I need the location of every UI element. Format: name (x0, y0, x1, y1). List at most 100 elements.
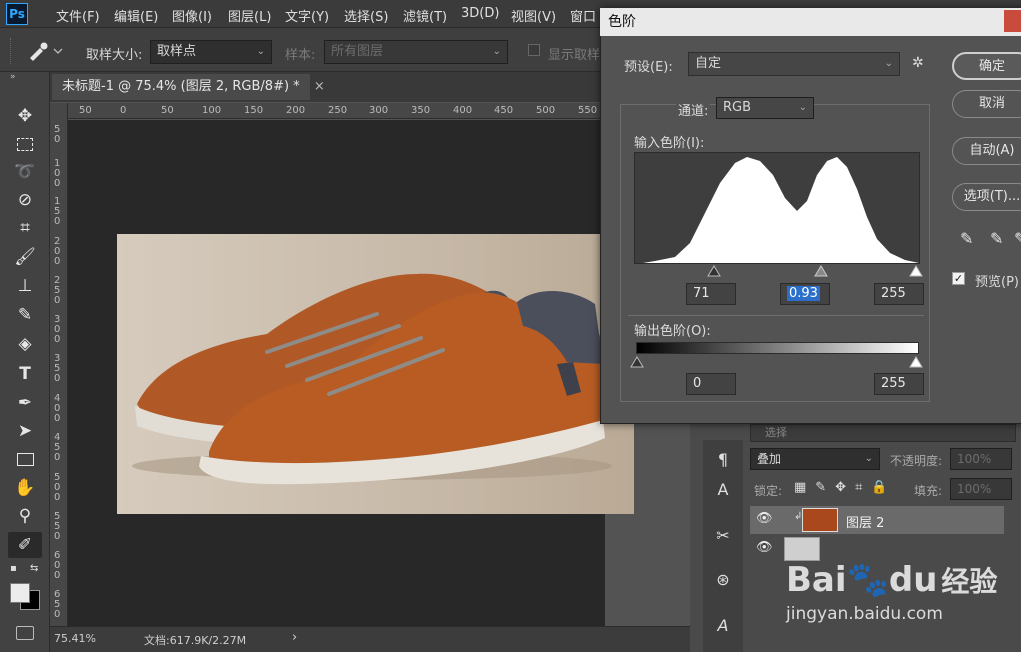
menu-type[interactable]: 文字(Y) (285, 6, 329, 25)
quick-selection-tool-icon[interactable]: ⊘ (8, 187, 42, 213)
status-menu-arrow[interactable]: › (292, 630, 297, 645)
move-tool-icon[interactable]: ✥ (8, 103, 42, 129)
rectangle-tool-icon[interactable] (8, 446, 42, 472)
close-button[interactable] (1004, 10, 1021, 32)
options-grip (10, 38, 11, 64)
history-brush-icon[interactable]: ✎ (8, 302, 42, 328)
ruler-label: 150 (244, 105, 264, 116)
menu-select[interactable]: 选择(S) (344, 6, 388, 25)
glyphs-icon[interactable]: A (708, 612, 738, 640)
zoom-level[interactable]: 75.41% (54, 632, 96, 645)
menu-3d[interactable]: 3D(D) (461, 6, 499, 21)
quick-mask-icon[interactable] (16, 626, 34, 640)
opacity-field[interactable]: 100% (950, 448, 1012, 470)
crop-tool-icon[interactable]: ⌗ (8, 215, 42, 241)
layer-filter-search[interactable]: 选择 (750, 424, 1016, 442)
blend-mode-value: 叠加 (757, 452, 782, 466)
document-image[interactable] (117, 234, 634, 514)
menu-window[interactable]: 窗口 (570, 6, 596, 25)
opacity-value: 100% (957, 452, 992, 466)
gray-eyedropper-icon[interactable]: ✎ (990, 229, 1003, 248)
zoom-tool-icon[interactable]: ⚲ (8, 503, 42, 529)
stamp-tool-icon[interactable]: ⊥ (8, 273, 42, 299)
input-black-field[interactable]: 71 (686, 283, 736, 305)
document-tab[interactable]: 未标题-1 @ 75.4% (图层 2, RGB/8#) * × (52, 74, 325, 100)
chevron-down-icon: ⌄ (864, 453, 873, 464)
watermark-cn: 经验 (941, 565, 998, 598)
preview-checkbox[interactable]: ✓ (952, 272, 965, 285)
cancel-button[interactable]: 取消 (952, 90, 1021, 118)
eye-icon[interactable]: 👁 (756, 511, 773, 526)
tool-presets-icon[interactable]: ✂ (708, 522, 738, 550)
show-ring-checkbox[interactable] (528, 44, 540, 56)
options-button[interactable]: 选项(T)... (952, 183, 1021, 211)
eyedropper-preset-icon[interactable] (26, 40, 66, 62)
input-white-field[interactable]: 255 (874, 283, 924, 305)
ruler-label: 500 (536, 105, 556, 116)
auto-button[interactable]: 自动(A) (952, 137, 1021, 165)
horizontal-ruler: 50 0 50 100 150 200 250 300 350 400 450 … (68, 103, 605, 119)
dialog-title: 色阶 (600, 8, 1021, 36)
character-style-icon[interactable]: A (708, 476, 738, 504)
collapse-icon[interactable]: » (10, 72, 16, 82)
input-gamma-field[interactable]: 0.93 (780, 283, 830, 305)
ruler-label: 50 (161, 105, 174, 116)
blend-mode-select[interactable]: 叠加 ⌄ (750, 448, 880, 470)
output-black-field[interactable]: 0 (686, 373, 736, 395)
chevron-down-icon: ⌄ (492, 46, 501, 57)
default-colors-icon[interactable]: ▪ (10, 563, 17, 574)
brush-tool-icon[interactable]: 🖌 (8, 244, 42, 270)
menu-view[interactable]: 视图(V) (511, 6, 556, 25)
clone-source-icon[interactable]: ⊛ (708, 566, 738, 594)
ok-button[interactable]: 确定 (952, 52, 1021, 80)
hand-tool-icon[interactable]: ✋ (8, 475, 42, 501)
eye-icon[interactable]: 👁 (756, 540, 773, 555)
layer-row[interactable]: 👁 ↲ 图层 2 (750, 506, 1004, 534)
eraser-tool-icon[interactable]: ◈ (8, 331, 42, 357)
sample-select[interactable]: 所有图层 ⌄ (324, 40, 508, 64)
output-black-slider[interactable] (630, 356, 644, 371)
input-white-slider[interactable] (909, 265, 923, 280)
input-levels-label: 输入色阶(I): (634, 136, 705, 151)
gear-icon[interactable]: ✲ (912, 55, 924, 71)
marquee-tool-icon[interactable] (8, 131, 42, 157)
menu-file[interactable]: 文件(F) (56, 6, 100, 25)
menu-image[interactable]: 图像(I) (172, 6, 212, 25)
ruler-label: 200 (286, 105, 306, 116)
pen-tool-icon[interactable]: ✒ (8, 390, 42, 416)
watermark-brand2: du (888, 560, 938, 600)
layer-name[interactable]: 图层 2 (846, 512, 884, 531)
input-black-slider[interactable] (707, 265, 721, 280)
fill-field[interactable]: 100% (950, 478, 1012, 500)
foreground-color-swatch[interactable] (10, 583, 30, 603)
output-white-field[interactable]: 255 (874, 373, 924, 395)
input-gamma-slider[interactable] (814, 265, 828, 280)
swap-colors-icon[interactable]: ⇆ (30, 563, 38, 574)
lock-icons[interactable]: ▦✎✥⌗🔒 (794, 480, 897, 495)
preset-select[interactable]: 自定 ⌄ (688, 52, 900, 76)
ruler-label: 50 (79, 105, 92, 116)
paragraph-style-icon[interactable]: ¶ (708, 446, 738, 474)
ruler-label: 3 5 0 (54, 353, 61, 384)
close-icon[interactable]: × (314, 79, 325, 94)
lasso-tool-icon[interactable]: ➰ (8, 159, 42, 185)
path-selection-icon[interactable]: ➤ (8, 418, 42, 444)
layer-row[interactable]: 👁 (750, 535, 1004, 563)
black-eyedropper-icon[interactable]: ✎ (960, 229, 973, 248)
ruler-label: 350 (411, 105, 431, 116)
ruler-label: 250 (328, 105, 348, 116)
menu-edit[interactable]: 编辑(E) (114, 6, 158, 25)
type-tool-icon[interactable]: T (8, 361, 42, 387)
ruler-label: 1 5 0 (54, 196, 61, 227)
channel-select[interactable]: RGB ⌄ (716, 97, 814, 119)
eyedropper-tool-icon[interactable]: ✐ (8, 532, 42, 558)
sample-size-select[interactable]: 取样点 ⌄ (150, 40, 272, 64)
menu-layer[interactable]: 图层(L) (228, 6, 271, 25)
menu-filter[interactable]: 滤镜(T) (403, 6, 447, 25)
output-white-slider[interactable] (909, 356, 923, 371)
white-eyedropper-icon[interactable]: ✎ (1014, 229, 1021, 248)
ruler-label: 2 0 0 (54, 236, 61, 267)
paw-icon: 🐾 (846, 560, 889, 600)
output-levels-label: 输出色阶(O): (634, 324, 711, 339)
ruler-label: 100 (202, 105, 222, 116)
